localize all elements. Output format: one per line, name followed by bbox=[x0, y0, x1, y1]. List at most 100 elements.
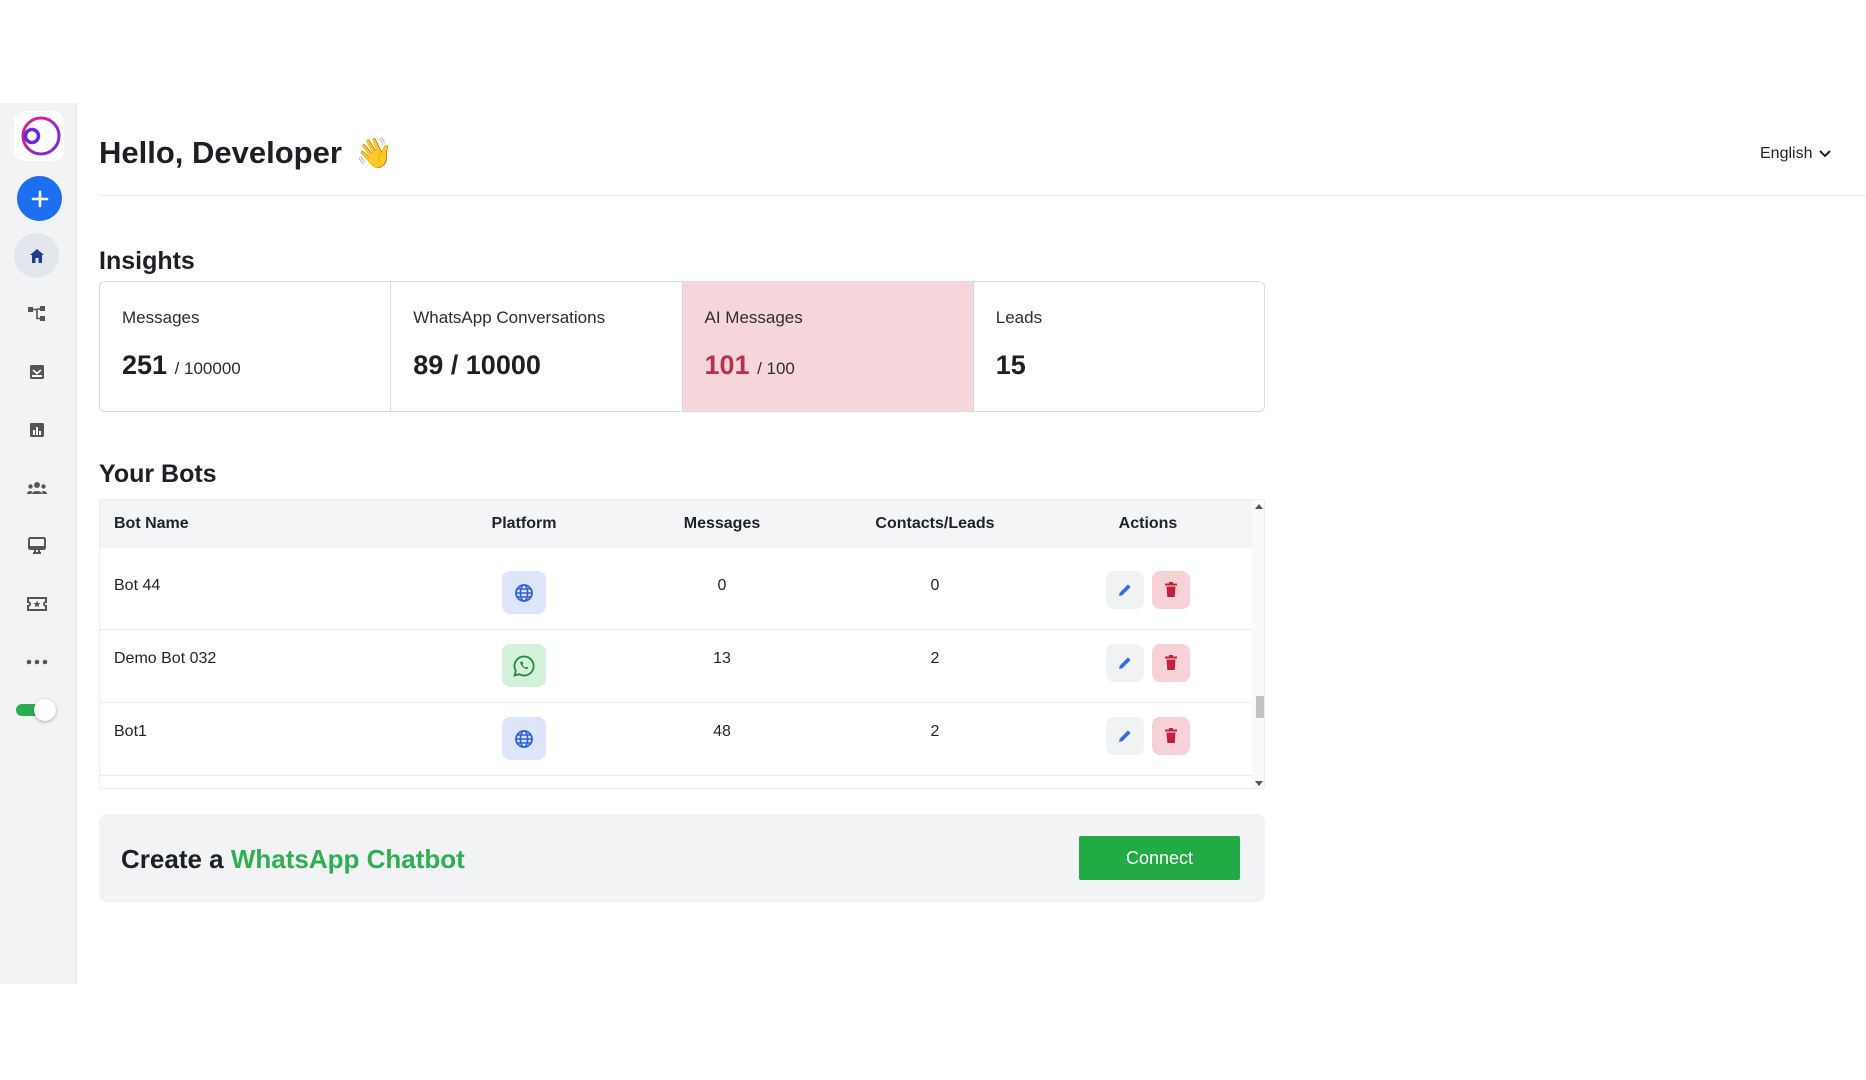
contacts-icon bbox=[26, 481, 47, 494]
pencil-icon bbox=[1119, 657, 1131, 669]
card-value: 251 / 100000 bbox=[122, 350, 368, 381]
sidebar-item-more[interactable] bbox=[14, 639, 59, 684]
flow-icon bbox=[27, 305, 45, 321]
delete-button[interactable] bbox=[1152, 717, 1190, 755]
header-divider bbox=[99, 195, 1866, 196]
table-scrollbar[interactable] bbox=[1252, 500, 1264, 788]
sidebar-item-tickets[interactable] bbox=[14, 581, 59, 626]
platform-badge-web bbox=[502, 717, 546, 760]
analytics-icon bbox=[29, 422, 44, 437]
edit-button[interactable] bbox=[1106, 717, 1144, 755]
table-row[interactable]: Demo Bot 032 13 2 bbox=[100, 630, 1252, 703]
cta-highlight: WhatsApp Chatbot bbox=[230, 844, 465, 874]
card-value-limit: / 100000 bbox=[174, 359, 241, 378]
column-header: Actions bbox=[1118, 515, 1178, 532]
card-value: 15 bbox=[996, 350, 1242, 381]
column-header[interactable]: Messages bbox=[618, 515, 826, 533]
sidebar-item-inbox[interactable] bbox=[14, 349, 59, 394]
insight-card-whatsapp-conversations: WhatsApp Conversations 89 / 10000 bbox=[391, 282, 683, 411]
scroll-up-arrow[interactable] bbox=[1255, 504, 1263, 509]
bot-name[interactable]: Demo Bot 032 bbox=[100, 630, 430, 668]
page-title: Hello, Developer 👋 bbox=[99, 135, 393, 171]
row-actions bbox=[1044, 630, 1252, 682]
column-header[interactable]: Platform bbox=[430, 515, 618, 533]
card-label: Messages bbox=[122, 308, 200, 327]
card-value-number: 89 / 10000 bbox=[413, 350, 541, 380]
platform-badge-whatsapp bbox=[502, 644, 546, 687]
card-value: 101 / 100 bbox=[705, 350, 951, 381]
platform-badge-web bbox=[502, 571, 546, 614]
sidebar-item-contacts[interactable] bbox=[14, 465, 59, 510]
sidebar-item-flows[interactable] bbox=[14, 291, 59, 336]
wave-emoji: 👋 bbox=[355, 136, 394, 170]
bot-name[interactable]: Bot1 bbox=[100, 703, 430, 741]
trash-icon bbox=[1165, 655, 1177, 670]
bots-table: Bot Name Platform Messages Contacts/Lead… bbox=[99, 499, 1265, 789]
globe-icon bbox=[515, 729, 533, 748]
globe-icon bbox=[515, 583, 533, 602]
table-row[interactable]: Bot1 48 2 bbox=[100, 703, 1252, 776]
contacts-count: 2 bbox=[930, 650, 940, 667]
delete-button[interactable] bbox=[1152, 571, 1190, 609]
card-value-number: 101 bbox=[704, 350, 750, 380]
add-bot-button[interactable] bbox=[17, 176, 62, 221]
platform-cell bbox=[430, 703, 618, 760]
row-actions bbox=[1044, 557, 1252, 609]
row-actions bbox=[1044, 703, 1252, 755]
insight-card-ai-messages: AI Messages 101 / 100 bbox=[682, 282, 974, 411]
trash-icon bbox=[1165, 582, 1177, 597]
greeting-text: Hello, Developer bbox=[99, 135, 342, 170]
card-label: AI Messages bbox=[704, 308, 803, 327]
more-icon bbox=[26, 659, 47, 664]
insights-title: Insights bbox=[99, 247, 195, 275]
table-header: Bot Name Platform Messages Contacts/Lead… bbox=[100, 500, 1252, 548]
app-frame: Hello, Developer 👋 English Insights Mess… bbox=[0, 103, 1866, 984]
card-value-number: 251 bbox=[122, 350, 168, 380]
trash-icon bbox=[1165, 728, 1177, 743]
language-selector[interactable]: English bbox=[1760, 145, 1832, 163]
connect-button[interactable]: Connect bbox=[1079, 836, 1240, 880]
pencil-icon bbox=[1119, 730, 1131, 742]
contacts-count: 2 bbox=[930, 723, 940, 740]
scroll-down-arrow[interactable] bbox=[1255, 781, 1263, 786]
cta-text: Create a WhatsApp Chatbot bbox=[121, 844, 465, 875]
messages-count: 0 bbox=[717, 577, 727, 594]
sidebar-item-analytics[interactable] bbox=[14, 407, 59, 452]
column-header[interactable]: Bot Name bbox=[100, 515, 430, 533]
delete-button[interactable] bbox=[1152, 644, 1190, 682]
status-toggle[interactable] bbox=[16, 699, 58, 721]
insights-panel: Messages 251 / 100000 WhatsApp Conversat… bbox=[99, 281, 1265, 412]
create-chatbot-banner: Create a WhatsApp Chatbot Connect bbox=[99, 814, 1265, 902]
sidebar-item-home[interactable] bbox=[14, 233, 59, 278]
platform-cell bbox=[430, 557, 618, 614]
column-header[interactable]: Contacts/Leads bbox=[826, 515, 1044, 533]
inbox-icon bbox=[29, 364, 44, 379]
language-label: English bbox=[1760, 145, 1813, 162]
app-logo[interactable] bbox=[14, 111, 64, 161]
messages-count: 13 bbox=[713, 650, 731, 667]
ticket-icon bbox=[26, 596, 47, 611]
monitor-icon bbox=[27, 536, 46, 554]
card-label: Leads bbox=[995, 308, 1043, 327]
plus-icon bbox=[31, 190, 48, 207]
card-value: 89 / 10000 bbox=[413, 350, 659, 381]
cta-prefix: Create a bbox=[121, 844, 224, 874]
insight-card-leads: Leads 15 bbox=[973, 282, 1264, 411]
contacts-count: 0 bbox=[930, 577, 940, 594]
bot-name[interactable]: Bot 44 bbox=[100, 557, 430, 595]
card-value-number: 15 bbox=[995, 350, 1026, 380]
sidebar bbox=[0, 103, 77, 984]
platform-cell bbox=[430, 630, 618, 687]
edit-button[interactable] bbox=[1106, 571, 1144, 609]
card-value-limit: / 100 bbox=[757, 359, 795, 378]
toggle-knob bbox=[34, 699, 56, 721]
bots-title: Your Bots bbox=[99, 460, 217, 488]
home-icon bbox=[29, 248, 44, 263]
table-row[interactable]: Bot 44 0 0 bbox=[100, 557, 1252, 630]
sidebar-item-broadcast[interactable] bbox=[14, 523, 59, 568]
pencil-icon bbox=[1119, 584, 1131, 596]
scroll-thumb[interactable] bbox=[1256, 696, 1264, 718]
whatsapp-icon bbox=[513, 655, 535, 677]
edit-button[interactable] bbox=[1106, 644, 1144, 682]
card-label: WhatsApp Conversations bbox=[413, 308, 606, 327]
